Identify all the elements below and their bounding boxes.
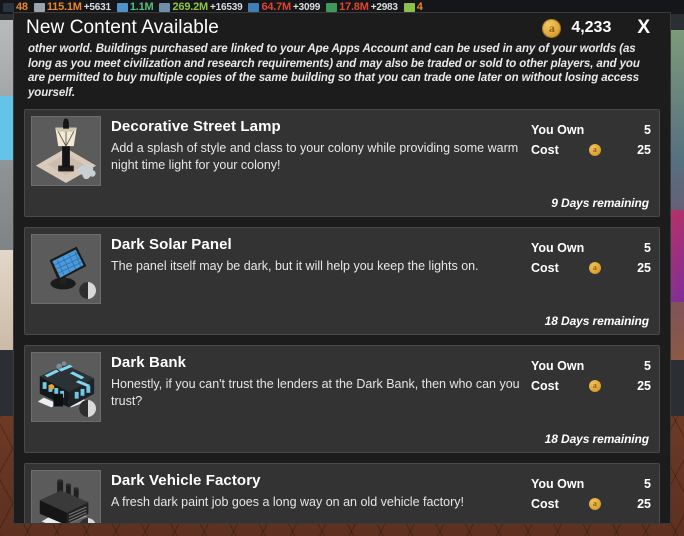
days-label: Days remaining	[561, 313, 649, 328]
card-text-block: Dark Vehicle Factory A fresh dark paint j…	[111, 470, 521, 523]
cost-value: 25	[637, 142, 651, 157]
cost-coin-wrap: a	[559, 261, 631, 274]
cost-coin-wrap: a	[559, 497, 631, 510]
item-title: Decorative Street Lamp	[111, 117, 281, 135]
resource-delta: +3099	[293, 1, 321, 13]
days-count: 9	[551, 195, 558, 210]
close-button[interactable]: X	[627, 18, 656, 39]
cost-row: Cost a 25	[531, 376, 651, 396]
item-stats: You Own 5 Cost a 25	[531, 116, 651, 186]
days-remaining: 9 Days remaining	[31, 186, 651, 212]
cost-label: Cost	[531, 378, 559, 393]
cost-row: Cost a 25	[531, 140, 651, 160]
owned-value: 5	[644, 240, 651, 255]
cost-row: Cost a 25	[531, 494, 651, 514]
resource-delta: +5631	[83, 1, 111, 13]
item-description: A fresh dark paint job goes a long way o…	[111, 494, 464, 509]
item-title: Dark Vehicle Factory	[111, 471, 261, 489]
resource-icon	[3, 2, 14, 12]
content-item-card[interactable]: Dark Vehicle Factory A fresh dark paint j…	[24, 462, 660, 523]
days-remaining: 18 Days remaining	[31, 304, 651, 330]
card-top-row: Dark Vehicle Factory A fresh dark paint j…	[31, 469, 651, 523]
bank-icon[interactable]	[31, 351, 101, 422]
dark-variant-icon	[79, 281, 96, 299]
owned-value: 5	[644, 358, 651, 373]
content-item-card[interactable]: Dark Bank Honestly, if you can't trust th…	[24, 344, 660, 453]
cost-row: Cost a 25	[531, 258, 651, 278]
ape-coin-icon: a	[588, 143, 601, 156]
cost-label: Cost	[531, 260, 559, 275]
card-text-block: Dark Solar Panel The panel itself may be …	[111, 234, 521, 304]
new-content-dialog: New Content Available a 4,233 X other wo…	[13, 12, 671, 524]
resource-delta: +16539	[209, 1, 243, 13]
resource-delta: +2983	[370, 1, 398, 13]
resource-icon	[248, 2, 260, 12]
item-title: Dark Bank	[111, 353, 187, 371]
resource-icon	[33, 2, 45, 12]
owned-row: You Own 5	[531, 120, 651, 140]
resource-icon	[159, 2, 171, 12]
content-item-card[interactable]: Dark Solar Panel The panel itself may be …	[24, 226, 660, 335]
ape-coin-icon: a	[588, 497, 601, 510]
vehicle-factory-icon[interactable]	[31, 469, 101, 523]
days-count: 18	[544, 431, 558, 446]
card-top-row: Decorative Street Lamp Add a splash of st…	[31, 115, 651, 186]
resource-icon	[116, 2, 128, 12]
card-top-row: Dark Solar Panel The panel itself may be …	[31, 233, 651, 304]
content-item-list: Decorative Street Lamp Add a splash of st…	[14, 108, 670, 523]
coin-balance: 4,233	[571, 19, 612, 36]
dialog-description: other world. Buildings purchased are lin…	[28, 43, 640, 100]
item-description: Honestly, if you can't trust the lenders…	[111, 376, 520, 408]
item-stats: You Own 5 Cost a 25	[531, 470, 651, 523]
item-title: Dark Solar Panel	[111, 235, 232, 253]
owned-row: You Own 5	[531, 238, 651, 258]
owned-label: You Own	[531, 476, 585, 491]
item-description: Add a splash of style and class to your …	[111, 140, 519, 172]
solar-panel-icon[interactable]	[31, 233, 101, 304]
owned-row: You Own 5	[531, 474, 651, 494]
cost-label: Cost	[531, 496, 559, 511]
cost-label: Cost	[531, 142, 559, 157]
card-text-block: Decorative Street Lamp Add a splash of st…	[111, 116, 521, 186]
content-item-card[interactable]: Decorative Street Lamp Add a splash of st…	[24, 108, 660, 217]
card-text-block: Dark Bank Honestly, if you can't trust th…	[111, 352, 521, 422]
owned-label: You Own	[531, 122, 585, 137]
owned-label: You Own	[531, 240, 585, 255]
ape-coin-icon: a	[588, 379, 601, 392]
cost-value: 25	[637, 260, 651, 275]
dialog-header: New Content Available a 4,233 X	[14, 13, 670, 41]
resource-icon	[326, 2, 338, 12]
days-remaining: 18 Days remaining	[31, 422, 651, 448]
street-lamp-icon[interactable]	[31, 115, 101, 186]
ape-coin-icon: a	[542, 18, 562, 38]
cost-value: 25	[637, 378, 651, 393]
item-description: The panel itself may be dark, but it wil…	[111, 258, 479, 273]
item-stats: You Own 5 Cost a 25	[531, 234, 651, 304]
resource-icon	[403, 2, 415, 12]
dialog-title: New Content Available	[26, 17, 219, 38]
owned-value: 5	[644, 122, 651, 137]
owned-value: 5	[644, 476, 651, 491]
owned-row: You Own 5	[531, 356, 651, 376]
days-label: Days remaining	[561, 431, 649, 446]
owned-label: You Own	[531, 358, 585, 373]
item-stats: You Own 5 Cost a 25	[531, 352, 651, 422]
card-top-row: Dark Bank Honestly, if you can't trust th…	[31, 351, 651, 422]
cost-value: 25	[637, 496, 651, 511]
days-label: Days remaining	[561, 195, 649, 210]
days-count: 18	[544, 313, 558, 328]
cost-coin-wrap: a	[559, 379, 631, 392]
cost-coin-wrap: a	[559, 143, 631, 156]
dark-variant-icon	[79, 399, 96, 417]
ape-coin-icon: a	[588, 261, 601, 274]
dialog-header-right: a 4,233 X	[542, 18, 658, 39]
